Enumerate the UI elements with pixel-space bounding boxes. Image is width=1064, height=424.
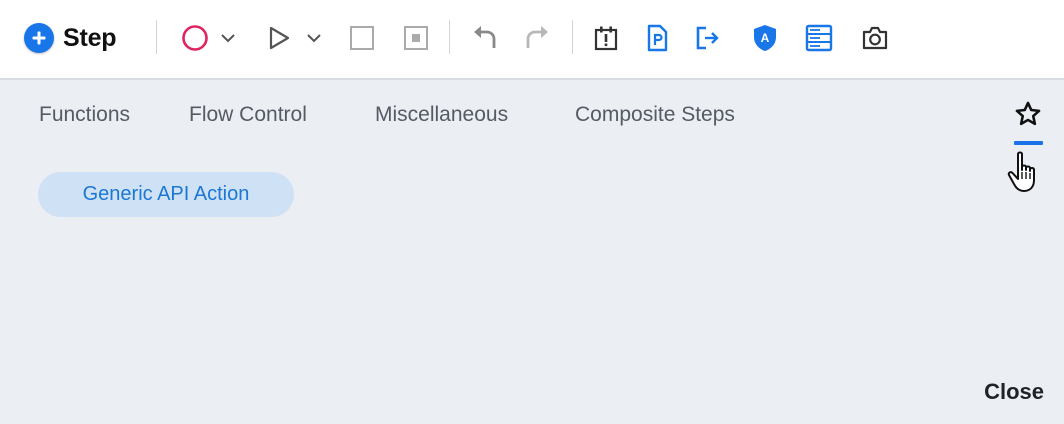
camera-icon[interactable] (858, 19, 892, 57)
toolbar-divider (572, 20, 573, 54)
tab-miscellaneous[interactable]: Miscellaneous (375, 100, 508, 130)
pause-record-icon[interactable] (400, 19, 432, 57)
shield-icon[interactable]: A (748, 19, 782, 57)
hand-cursor-icon (1006, 150, 1050, 198)
play-icon[interactable] (264, 19, 294, 57)
active-tab-indicator (1014, 141, 1043, 145)
toolbar: Step A (0, 0, 1064, 80)
tab-functions[interactable]: Functions (39, 100, 130, 130)
generic-api-action-chip[interactable]: Generic API Action (38, 172, 294, 217)
star-icon (1014, 100, 1042, 133)
chevron-down-icon[interactable] (302, 19, 326, 57)
export-icon[interactable] (692, 19, 724, 57)
tab-favorites[interactable] (1008, 98, 1048, 134)
step-picker-panel: Functions Flow Control Miscellaneous Com… (0, 80, 1064, 424)
toolbar-divider (449, 20, 450, 54)
redo-icon[interactable] (520, 19, 554, 57)
document-icon[interactable] (642, 19, 672, 57)
add-step-button[interactable]: Step (24, 19, 136, 57)
data-table-icon[interactable] (802, 19, 836, 57)
tab-flow-control[interactable]: Flow Control (189, 100, 307, 130)
undo-icon[interactable] (468, 19, 502, 57)
tab-composite-steps[interactable]: Composite Steps (575, 100, 735, 130)
svg-text:A: A (761, 31, 770, 45)
add-step-label: Step (63, 23, 117, 52)
checkpoint-icon[interactable] (590, 19, 622, 57)
record-icon[interactable] (178, 19, 212, 57)
toolbar-divider (156, 20, 157, 54)
plus-icon (24, 23, 54, 53)
chevron-down-icon[interactable] (216, 19, 240, 57)
stop-icon[interactable] (346, 19, 378, 57)
close-button[interactable]: Close (984, 376, 1044, 408)
